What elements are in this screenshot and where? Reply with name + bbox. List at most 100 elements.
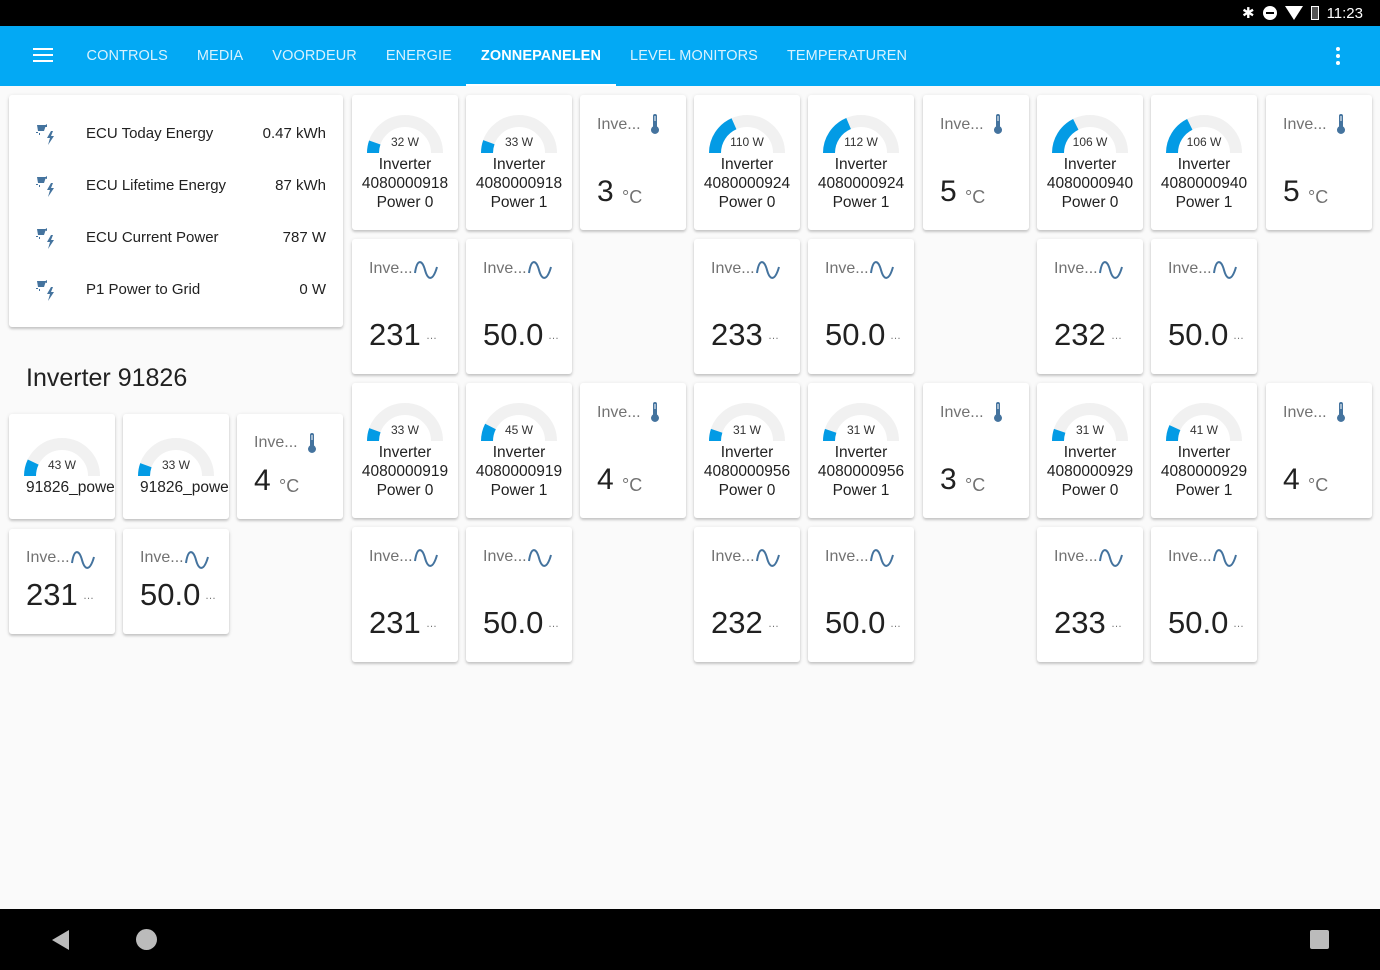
gauge-card[interactable]: 106 W Inverter 4080000940 Power 1 <box>1151 95 1257 230</box>
sensor-card[interactable]: Inve... 50.0… <box>808 527 914 662</box>
sensor-unit: … <box>205 590 216 602</box>
entity-value: 87 kWh <box>275 176 326 194</box>
sensor-value: 4 <box>254 464 271 497</box>
sensor-unit: … <box>426 330 437 342</box>
sensor-name: Inve... <box>1283 116 1327 133</box>
sensor-value: 50.0 <box>483 317 544 352</box>
sensor-card[interactable]: Inve... 233… <box>694 239 800 374</box>
gauge-card[interactable]: 33 W Inverter 4080000918 Power 1 <box>466 95 572 230</box>
entity-row[interactable]: P1 Power to Grid 0 W <box>9 274 343 304</box>
sensor-value: 5 <box>940 175 957 208</box>
section-title: Inverter 91826 <box>26 364 188 392</box>
gauge-card[interactable]: 31 W Inverter 4080000956 Power 1 <box>808 383 914 518</box>
sensor-value: 50.0 <box>1168 605 1229 640</box>
sensor-card[interactable]: Inve... 232… <box>694 527 800 662</box>
sine-wave-icon <box>527 545 553 576</box>
sensor-name: Inve... <box>140 549 184 566</box>
sine-wave-icon <box>869 257 895 288</box>
sensor-card[interactable]: Inve... 50.0… <box>123 529 229 634</box>
entity-name: P1 Power to Grid <box>86 280 201 298</box>
sensor-card[interactable]: Inve... 50.0… <box>808 239 914 374</box>
sensor-value: 50.0 <box>825 317 886 352</box>
entity-name: ECU Today Energy <box>86 124 214 142</box>
sensor-name: Inve... <box>1054 548 1098 565</box>
gauge-card[interactable]: 43 W 91826_power_0 <box>9 414 115 519</box>
sensor-card[interactable]: Inve... 50.0… <box>1151 239 1257 374</box>
tab-controls[interactable]: CONTROLS <box>72 26 182 86</box>
gauge-name: Inverter 4080000929 Power 1 <box>1160 444 1248 499</box>
sensor-card[interactable]: Inve... 231… <box>9 529 115 634</box>
sensor-card[interactable]: Inve... 5 °C <box>1266 95 1372 230</box>
sensor-card[interactable]: Inve... 3 °C <box>580 95 686 230</box>
tab-level-monitors[interactable]: LEVEL MONITORS <box>616 26 773 86</box>
sensor-value: 4 <box>1283 463 1300 496</box>
app-bar: CONTROLS MEDIA VOORDEUR ENERGIE ZONNEPANELEN… <box>0 26 1380 86</box>
recents-icon[interactable] <box>1310 930 1329 949</box>
tab-energie[interactable]: ENERGIE <box>371 26 466 86</box>
entity-row[interactable]: ECU Lifetime Energy 87 kWh <box>9 170 343 200</box>
gauge-card[interactable]: 45 W Inverter 4080000919 Power 1 <box>466 383 572 518</box>
sensor-card[interactable]: Inve... 231… <box>352 239 458 374</box>
sensor-card[interactable]: Inve... 231… <box>352 527 458 662</box>
gauge-card[interactable]: 106 W Inverter 4080000940 Power 0 <box>1037 95 1143 230</box>
tab-voordeur[interactable]: VOORDEUR <box>258 26 372 86</box>
gauge-card[interactable]: 31 W Inverter 4080000956 Power 0 <box>694 383 800 518</box>
sensor-value: 231 <box>369 317 421 352</box>
sensor-card[interactable]: Inve... 5 °C <box>923 95 1029 230</box>
sensor-value: 5 <box>1283 175 1300 208</box>
sine-wave-icon <box>755 257 781 288</box>
gauge-value: 106 W <box>1072 135 1108 149</box>
sine-wave-icon <box>413 545 439 576</box>
gauge-card[interactable]: 31 W Inverter 4080000929 Power 0 <box>1037 383 1143 518</box>
sensor-card[interactable]: Inve... 4 °C <box>580 383 686 518</box>
gauge-card[interactable]: 112 W Inverter 4080000924 Power 1 <box>808 95 914 230</box>
sensor-card[interactable]: Inve... 232… <box>1037 239 1143 374</box>
gauge-card[interactable]: 41 W Inverter 4080000929 Power 1 <box>1151 383 1257 518</box>
sensor-card[interactable]: Inve... 50.0… <box>466 239 572 374</box>
gauge-card[interactable]: 110 W Inverter 4080000924 Power 0 <box>694 95 800 230</box>
gauge-value: 112 W <box>844 135 878 149</box>
sensor-name: Inve... <box>483 548 527 565</box>
gauge-value: 41 W <box>1189 423 1218 437</box>
home-icon[interactable] <box>136 929 157 950</box>
sensor-value: 50.0 <box>825 605 886 640</box>
entity-value: 0 W <box>299 280 326 298</box>
sensor-unit: … <box>1233 618 1244 630</box>
sensor-card[interactable]: Inve... 50.0… <box>466 527 572 662</box>
sensor-card[interactable]: Inve... 50.0… <box>1151 527 1257 662</box>
sine-wave-icon <box>184 547 210 578</box>
sensor-card[interactable]: Inve... 4 °C <box>237 414 343 519</box>
tab-temperaturen[interactable]: TEMPERATUREN <box>772 26 921 86</box>
more-options-icon[interactable] <box>1336 47 1342 68</box>
bluetooth-icon: ✱ <box>1241 5 1255 22</box>
menu-icon[interactable] <box>33 48 53 64</box>
tab-zonnepanelen[interactable]: ZONNEPANELEN <box>466 26 616 86</box>
sensor-card[interactable]: Inve... 3 °C <box>923 383 1029 518</box>
sensor-unit: °C <box>622 187 643 207</box>
sensor-unit: °C <box>1308 475 1329 495</box>
ecu-entities-card: ECU Today Energy 0.47 kWh ECU Lifetime Ene… <box>9 95 343 327</box>
gauge-card[interactable]: 32 W Inverter 4080000918 Power 0 <box>352 95 458 230</box>
sine-wave-icon <box>869 545 895 576</box>
solar-power-icon <box>35 278 59 302</box>
sensor-card[interactable]: Inve... 233… <box>1037 527 1143 662</box>
sensor-unit: °C <box>622 475 643 495</box>
clock: 11:23 <box>1326 4 1363 22</box>
entity-row[interactable]: ECU Today Energy 0.47 kWh <box>9 118 343 148</box>
back-icon[interactable] <box>52 930 69 950</box>
sensor-value: 231 <box>369 605 421 640</box>
gauge-name: Inverter 4080000940 Power 0 <box>1046 156 1134 211</box>
gauge-value: 31 W <box>732 423 761 437</box>
gauge-card[interactable]: 33 W 91826_power_1 <box>123 414 229 519</box>
entity-row[interactable]: ECU Current Power 787 W <box>9 222 343 252</box>
thermometer-icon <box>986 401 1010 430</box>
sensor-card[interactable]: Inve... 4 °C <box>1266 383 1372 518</box>
thermometer-icon <box>1329 113 1353 142</box>
sine-wave-icon <box>527 257 553 288</box>
gauge-card[interactable]: 33 W Inverter 4080000919 Power 0 <box>352 383 458 518</box>
sensor-name: Inve... <box>26 549 70 566</box>
gauge-name: Inverter 4080000956 Power 0 <box>703 444 791 499</box>
sensor-name: Inve... <box>483 260 527 277</box>
tab-media[interactable]: MEDIA <box>182 26 257 86</box>
sensor-unit: … <box>890 618 901 630</box>
